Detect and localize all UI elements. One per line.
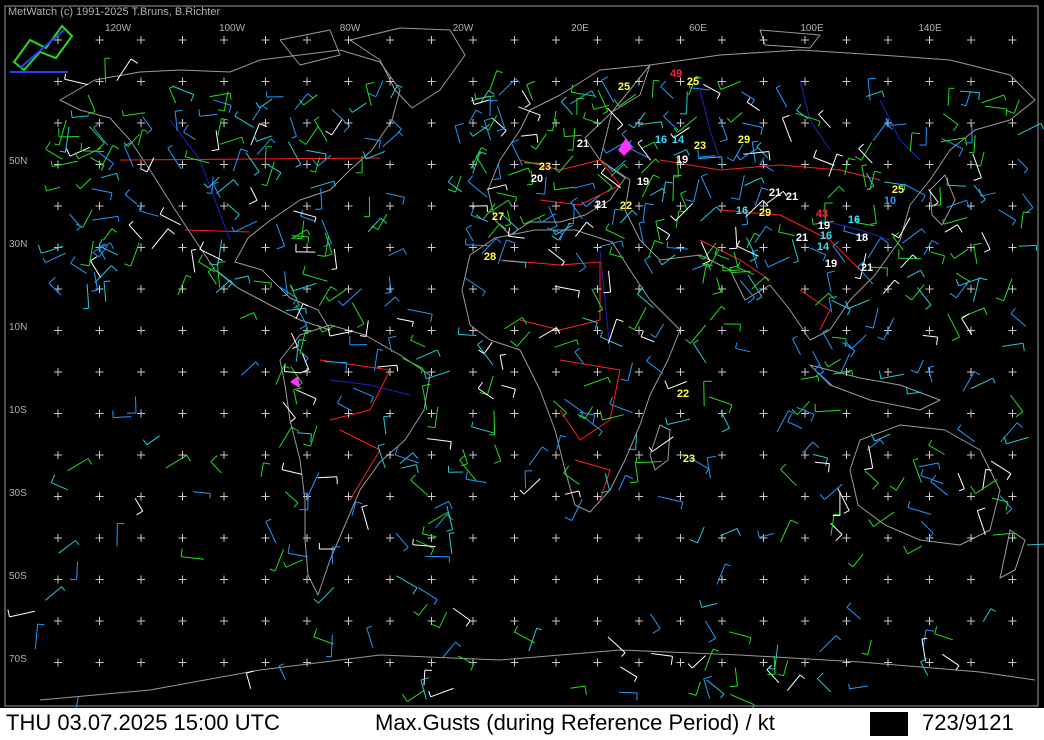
gust-label: 25 — [618, 81, 630, 93]
lon-label: 60E — [689, 23, 707, 34]
gust-label: 21 — [595, 199, 607, 211]
gust-label: 16 — [848, 214, 860, 226]
gust-label: 43 — [816, 208, 828, 220]
gust-label: 16 — [736, 205, 748, 217]
lat-label: 30N — [9, 239, 27, 250]
lon-label: 80W — [340, 23, 361, 34]
gust-label: 19 — [825, 258, 837, 270]
gust-label: 23 — [539, 161, 551, 173]
lat-label: 10S — [9, 405, 27, 416]
status-datetime: THU 03.07.2025 15:00 UTC — [6, 710, 280, 735]
status-count: 723/9121 — [922, 710, 1014, 735]
gust-label: 21 — [577, 138, 589, 150]
gust-label: 25 — [687, 76, 699, 88]
lat-label: 10N — [9, 322, 27, 333]
gust-label: 22 — [620, 200, 632, 212]
lon-label: 100W — [219, 23, 246, 34]
map-frame: 120W 100W 80W 20W 20E 60E 100E 140E 50N 30N 10N 10S… — [0, 0, 1044, 740]
gust-label: 10 — [884, 195, 896, 207]
gust-label: 19 — [676, 154, 688, 166]
gust-label: 21 — [769, 187, 781, 199]
gust-label: 14 — [817, 241, 830, 253]
gust-label: 18 — [856, 232, 868, 244]
lat-label: 50S — [9, 571, 27, 582]
lon-label: 140E — [918, 23, 942, 34]
gust-label: 20 — [531, 173, 543, 185]
lat-label: 70S — [9, 654, 27, 665]
gust-label: 28 — [484, 251, 496, 263]
gust-label: 49 — [670, 68, 682, 80]
gust-label: 29 — [738, 134, 750, 146]
lon-label: 120W — [105, 23, 132, 34]
gust-label: 21 — [796, 232, 808, 244]
copyright-text: MetWatch (c) 1991-2025 T.Bruns, B.Richte… — [8, 6, 221, 18]
lon-label: 20E — [571, 23, 589, 34]
lon-label: 100E — [800, 23, 824, 34]
gust-label: 23 — [694, 140, 706, 152]
lon-label: 20W — [453, 23, 474, 34]
gust-label: 22 — [677, 388, 689, 400]
gust-label: 27 — [492, 211, 504, 223]
gust-label: 21 — [861, 262, 873, 274]
status-title: Max.Gusts (during Reference Period) / kt — [375, 710, 775, 735]
status-color-swatch — [870, 712, 908, 736]
gust-label: 19 — [637, 176, 649, 188]
lat-label: 50N — [9, 156, 27, 167]
lat-label: 30S — [9, 488, 27, 499]
gust-label: 14 — [672, 134, 685, 146]
gust-label: 23 — [683, 453, 695, 465]
gust-label: 16 — [655, 134, 667, 146]
status-bar: THU 03.07.2025 15:00 UTC Max.Gusts (duri… — [0, 708, 1044, 740]
gust-label: 21 — [786, 191, 798, 203]
gust-label: 29 — [759, 207, 771, 219]
world-map[interactable]: 120W 100W 80W 20W 20E 60E 100E 140E 50N 30N 10N 10S… — [0, 0, 1044, 740]
